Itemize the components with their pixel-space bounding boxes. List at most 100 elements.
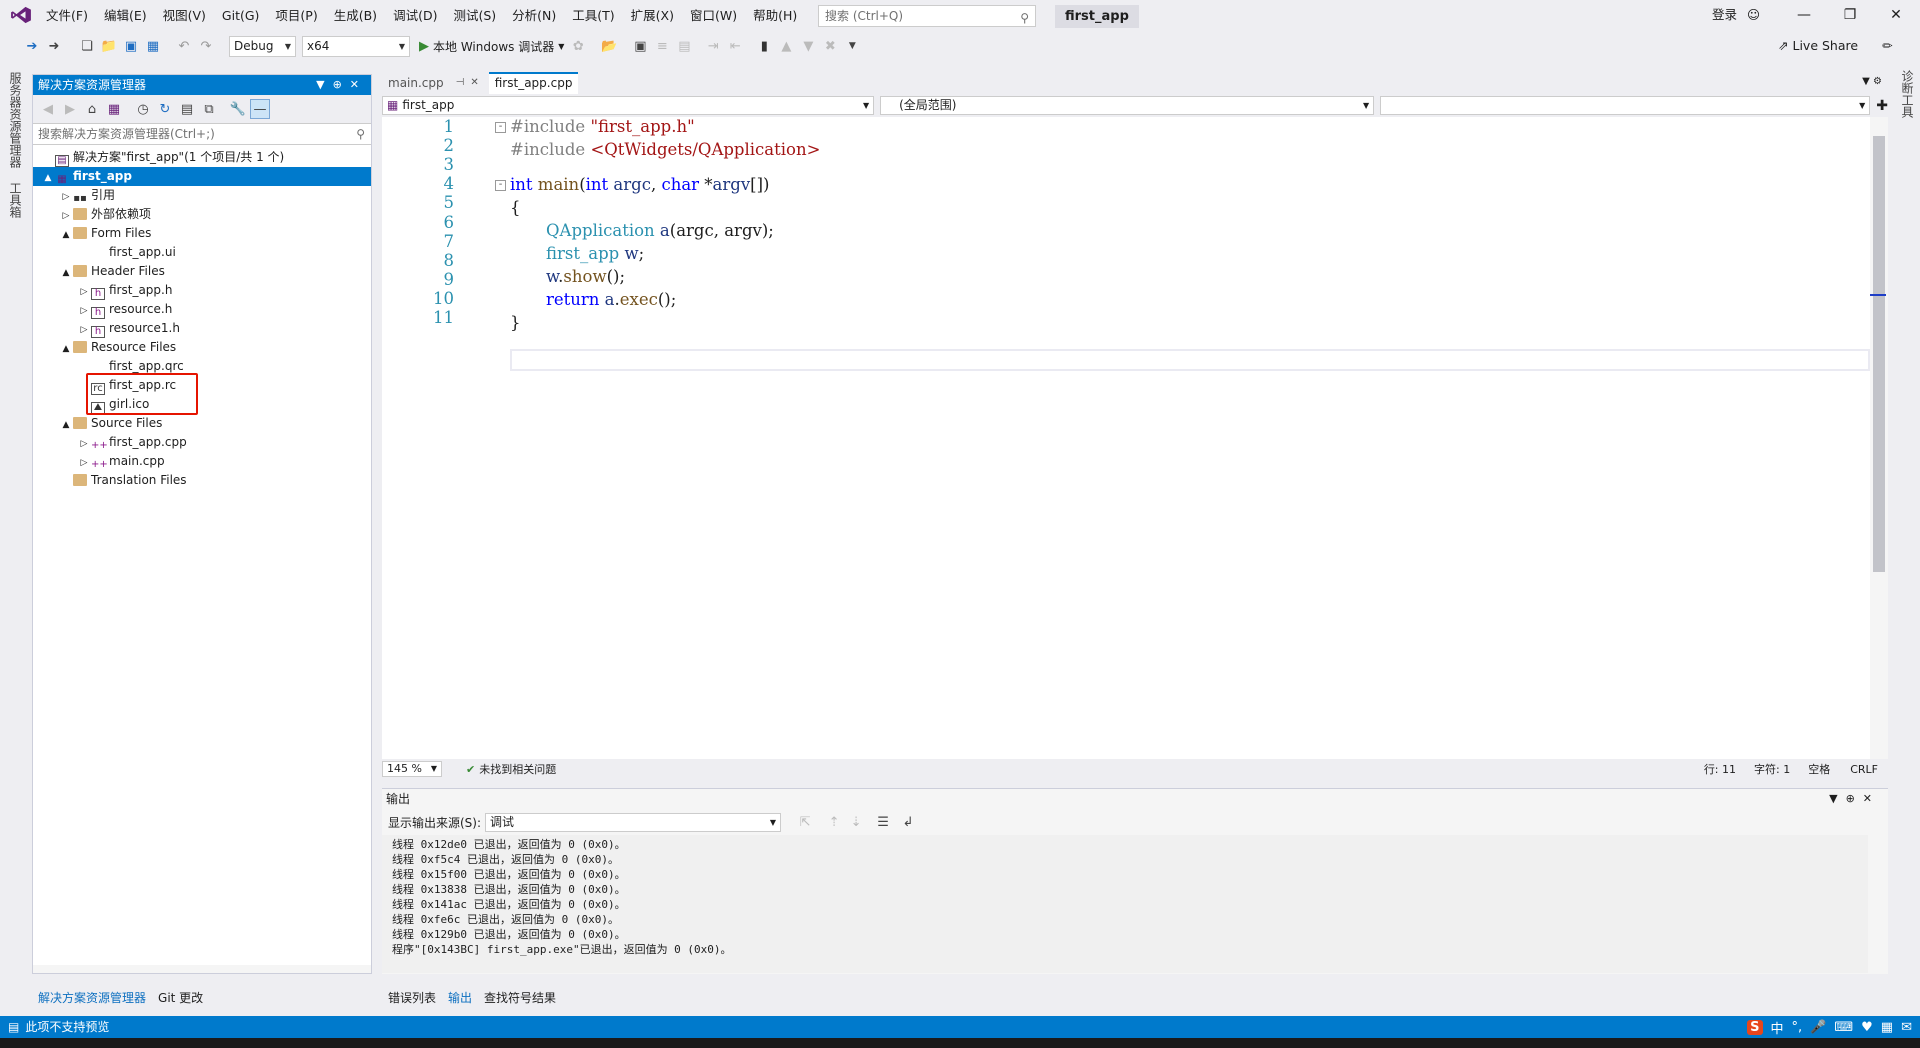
navigate-forward-icon[interactable]: ➜: [44, 36, 64, 56]
skin-icon[interactable]: ♥: [1861, 1020, 1873, 1035]
tree-item[interactable]: ▤ 解决方案"first_app"(1 个项目/共 1 个): [33, 148, 371, 167]
outdent-icon[interactable]: ⇤: [725, 36, 745, 56]
tab-output[interactable]: 输出: [442, 988, 478, 1008]
diagnostic-tools-tab[interactable]: 诊断工具: [1899, 70, 1916, 118]
tree-item[interactable]: ▷ ++main.cpp: [33, 452, 371, 471]
tab-overflow-icon[interactable]: ▼ ⚙: [1862, 76, 1882, 87]
editor-scrollbar-thumb[interactable]: [1873, 136, 1885, 572]
whitespace-indicator[interactable]: 空格: [1808, 761, 1830, 777]
issues-status[interactable]: 未找到相关问题: [479, 761, 556, 777]
sync-icon[interactable]: ↻: [155, 99, 175, 119]
restore-button[interactable]: ❐: [1827, 0, 1873, 30]
show-all-files-icon[interactable]: ⧉: [199, 99, 219, 119]
sign-in-link[interactable]: 登录 ☺: [1712, 0, 1760, 30]
prev-message-icon[interactable]: ⇡: [824, 812, 844, 832]
keyboard-icon[interactable]: ⌨: [1834, 1020, 1853, 1035]
feedback-icon[interactable]: ✏: [1882, 38, 1892, 53]
open-file-icon[interactable]: 📁: [99, 36, 119, 56]
menu-item[interactable]: 工具(T): [564, 0, 622, 30]
word-wrap-icon[interactable]: ↲: [898, 812, 918, 832]
tree-item[interactable]: ▲ Form Files: [33, 224, 371, 243]
menu-item[interactable]: 窗口(W): [682, 0, 745, 30]
clear-all-icon[interactable]: ☰: [873, 812, 893, 832]
collapse-all-icon[interactable]: ▤: [177, 99, 197, 119]
close-icon[interactable]: ✕: [1863, 792, 1880, 805]
microphone-icon[interactable]: 🎤: [1810, 1020, 1826, 1035]
tab-git-changes[interactable]: Git 更改: [152, 988, 209, 1008]
tree-item[interactable]: ▲ ▦ first_app: [33, 167, 371, 186]
code-editor[interactable]: 1 2 3 4 5 6 7 8 9 10 11 - #include "first_app.h" #…: [382, 117, 1870, 759]
tree-item[interactable]: ▷ h first_app.h: [33, 281, 371, 300]
forward-icon[interactable]: ▶: [60, 99, 80, 119]
ime-mode[interactable]: 中: [1771, 1018, 1784, 1037]
pin-icon[interactable]: ⊕: [1846, 792, 1863, 805]
tree-item[interactable]: ▷ ▪▪ 引用: [33, 186, 371, 205]
tree-item[interactable]: ▷ ++first_app.cpp: [33, 433, 371, 452]
dropdown-icon[interactable]: ▼: [1829, 792, 1845, 805]
toolbox-tab[interactable]: 工具箱: [7, 182, 24, 218]
collapse-icon[interactable]: -: [495, 180, 506, 191]
sogou-ime-logo[interactable]: S: [1747, 1019, 1763, 1035]
tree-item[interactable]: ▷ h resource.h: [33, 300, 371, 319]
next-bookmark-icon[interactable]: ▼: [798, 36, 818, 56]
pin-icon[interactable]: ⊣: [456, 72, 465, 94]
solution-platform-select[interactable]: x64 ▼: [302, 35, 410, 57]
switch-views-icon[interactable]: ▦: [104, 99, 124, 119]
zoom-select[interactable]: 145 % ▼: [382, 761, 442, 777]
output-vertical-scrollbar[interactable]: [1868, 835, 1886, 973]
outline-icon[interactable]: ▤: [674, 36, 694, 56]
start-debugging-button[interactable]: ▶ 本地 Windows 调试器 ▼: [419, 38, 564, 55]
server-explorer-tab[interactable]: 服务器资源管理器: [7, 72, 24, 168]
menu-item[interactable]: Git(G): [214, 0, 268, 30]
next-message-icon[interactable]: ⇣: [846, 812, 866, 832]
tree-item[interactable]: ▲ Header Files: [33, 262, 371, 281]
line-ending-indicator[interactable]: CRLF: [1850, 763, 1878, 776]
pending-changes-filter-icon[interactable]: ◷: [133, 99, 153, 119]
tab-main-cpp[interactable]: main.cpp ⊣ ✕: [382, 72, 485, 94]
menu-item[interactable]: 分析(N): [504, 0, 564, 30]
tab-find-symbol-results[interactable]: 查找符号结果: [478, 988, 562, 1008]
tree-item[interactable]: ▲ Resource Files: [33, 338, 371, 357]
visual-studio-logo-icon[interactable]: [10, 6, 32, 24]
menu-item[interactable]: 编辑(E): [96, 0, 155, 30]
menu-item[interactable]: 视图(V): [155, 0, 214, 30]
tree-item[interactable]: ▲ Source Files: [33, 414, 371, 433]
close-icon[interactable]: ✕: [350, 78, 367, 91]
punctuation-icon[interactable]: °,: [1792, 1020, 1803, 1035]
redo-icon[interactable]: ↷: [196, 36, 216, 56]
align-icon[interactable]: ≡: [652, 36, 672, 56]
tree-item[interactable]: Translation Files: [33, 471, 371, 490]
minimize-button[interactable]: —: [1781, 0, 1827, 30]
menu-item[interactable]: 帮助(H): [745, 0, 805, 30]
output-text[interactable]: 线程 0x12de0 已退出，返回值为 0 (0x0)。 线程 0xf5c4 已退…: [382, 835, 1868, 973]
find-message-icon[interactable]: ⇱: [795, 812, 815, 832]
browse-icon[interactable]: 📂: [599, 36, 619, 56]
new-project-icon[interactable]: ❏: [77, 36, 97, 56]
toolbar-overflow-icon[interactable]: ▼: [842, 36, 862, 56]
solution-configuration-select[interactable]: Debug ▼: [229, 35, 296, 57]
home-icon[interactable]: ⌂: [82, 99, 102, 119]
screenshot-icon[interactable]: ▣: [630, 36, 650, 56]
scope-dropdown[interactable]: (全局范围) ▼: [880, 96, 1375, 115]
tree-item[interactable]: first_app.ui: [33, 243, 371, 262]
tab-first-app-cpp[interactable]: first_app.cpp: [488, 72, 579, 94]
member-dropdown[interactable]: ▼: [1380, 96, 1871, 115]
back-icon[interactable]: ◀: [38, 99, 58, 119]
tree-item[interactable]: ⛰ girl.ico: [33, 395, 371, 414]
save-icon[interactable]: ▣: [121, 36, 141, 56]
menu-item[interactable]: 生成(B): [326, 0, 385, 30]
dropdown-icon[interactable]: ▼: [316, 78, 332, 91]
indent-icon[interactable]: ⇥: [703, 36, 723, 56]
tab-error-list[interactable]: 错误列表: [382, 988, 442, 1008]
close-window-button[interactable]: ✕: [1873, 0, 1919, 30]
hot-reload-icon[interactable]: ✿: [568, 36, 588, 56]
close-tab-icon[interactable]: ✕: [470, 72, 478, 94]
properties-icon[interactable]: 🔧: [228, 99, 248, 119]
clear-bookmarks-icon[interactable]: ✖: [820, 36, 840, 56]
solution-search-input[interactable]: 搜索解决方案资源管理器(Ctrl+;) ⚲: [33, 123, 371, 145]
menu-item[interactable]: 项目(P): [267, 0, 325, 30]
prev-bookmark-icon[interactable]: ▲: [776, 36, 796, 56]
toolbox-icon[interactable]: ✉: [1901, 1020, 1912, 1035]
navigate-back-icon[interactable]: ➔: [22, 36, 42, 56]
menu-item[interactable]: 扩展(X): [623, 0, 682, 30]
